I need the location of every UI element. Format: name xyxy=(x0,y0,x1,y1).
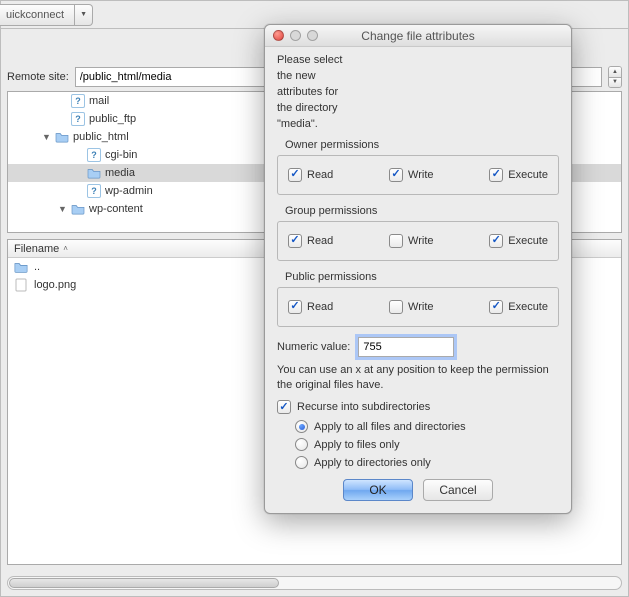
horizontal-scrollbar[interactable] xyxy=(7,576,622,590)
chevron-down-icon: ▼ xyxy=(80,11,87,18)
permission-group-title: Public permissions xyxy=(285,271,559,283)
permission-group: Owner permissions Read Write Execute xyxy=(277,139,559,195)
tree-item-label: public_html xyxy=(73,131,129,143)
checkbox-icon[interactable] xyxy=(288,300,302,314)
folder-icon xyxy=(14,260,28,274)
tree-item-label: mail xyxy=(89,95,109,107)
recurse-label: Recurse into subdirectories xyxy=(297,401,430,413)
disclosure-triangle-icon[interactable]: ▼ xyxy=(42,132,51,142)
scrollbar-thumb[interactable] xyxy=(9,578,279,588)
ok-button-label: OK xyxy=(369,483,386,497)
filename-column: Filename xyxy=(14,243,59,255)
permission-checkbox-write[interactable]: Write xyxy=(389,234,433,248)
numeric-value-input[interactable] xyxy=(358,337,454,357)
file-icon xyxy=(14,278,28,292)
recurse-mode-radio[interactable]: Apply to directories only xyxy=(295,456,559,469)
recurse-mode-radio[interactable]: Apply to all files and directories xyxy=(295,420,559,433)
checkbox-icon[interactable] xyxy=(389,234,403,248)
checkbox-label: Execute xyxy=(508,169,548,181)
recurse-mode-radio[interactable]: Apply to files only xyxy=(295,438,559,451)
permission-checkbox-write[interactable]: Write xyxy=(389,300,433,314)
traffic-lights xyxy=(273,30,318,41)
radio-label: Apply to all files and directories xyxy=(314,421,466,433)
cancel-button[interactable]: Cancel xyxy=(423,479,493,501)
permission-checkbox-execute[interactable]: Execute xyxy=(489,234,548,248)
tree-item-label: public_ftp xyxy=(89,113,136,125)
quickconnect-button[interactable]: uickconnect xyxy=(0,4,75,26)
permission-group-title: Group permissions xyxy=(285,205,559,217)
permission-group-title: Owner permissions xyxy=(285,139,559,151)
numeric-value-row: Numeric value: xyxy=(277,337,559,357)
close-icon[interactable] xyxy=(273,30,284,41)
radio-label: Apply to directories only xyxy=(314,457,431,469)
tree-item-label: media xyxy=(105,167,135,179)
checkbox-icon[interactable] xyxy=(389,300,403,314)
tree-item-label: wp-content xyxy=(89,203,143,215)
checkbox-label: Execute xyxy=(508,235,548,247)
folder-icon xyxy=(87,166,101,180)
checkbox-label: Read xyxy=(307,169,333,181)
checkbox-icon[interactable] xyxy=(288,234,302,248)
quickconnect-dropdown[interactable]: ▼ xyxy=(75,4,93,26)
numeric-value-label: Numeric value: xyxy=(277,341,350,353)
dialog-buttons: OK Cancel xyxy=(277,479,559,501)
dialog-titlebar: Change file attributes xyxy=(265,25,571,47)
stepper-down-icon[interactable]: ▼ xyxy=(609,78,621,88)
numeric-note: You can use an x at any position to keep… xyxy=(277,363,559,393)
checkbox-label: Read xyxy=(307,301,333,313)
permission-box: Read Write Execute xyxy=(277,221,559,261)
permission-checkbox-read[interactable]: Read xyxy=(288,168,333,182)
folder-icon xyxy=(71,202,85,216)
permission-checkbox-execute[interactable]: Execute xyxy=(489,300,548,314)
checkbox-label: Write xyxy=(408,169,433,181)
sort-asc-icon: ˄ xyxy=(63,244,68,253)
question-icon: ? xyxy=(87,148,101,162)
folder-icon xyxy=(55,130,69,144)
cancel-button-label: Cancel xyxy=(439,483,476,497)
checkbox-icon[interactable] xyxy=(489,234,503,248)
permission-checkbox-execute[interactable]: Execute xyxy=(489,168,548,182)
permission-box: Read Write Execute xyxy=(277,287,559,327)
recurse-mode-group: Apply to all files and directories Apply … xyxy=(277,420,559,469)
stepper-up-icon[interactable]: ▲ xyxy=(609,67,621,78)
checkbox-icon[interactable] xyxy=(389,168,403,182)
checkbox-label: Write xyxy=(408,235,433,247)
checkbox-label: Execute xyxy=(508,301,548,313)
recurse-checkbox-row[interactable]: Recurse into subdirectories xyxy=(277,400,559,414)
permission-group: Group permissions Read Write Execute xyxy=(277,205,559,261)
radio-label: Apply to files only xyxy=(314,439,400,451)
ok-button[interactable]: OK xyxy=(343,479,413,501)
remote-site-label: Remote site: xyxy=(7,71,69,83)
zoom-icon[interactable] xyxy=(307,30,318,41)
radio-icon[interactable] xyxy=(295,420,308,433)
permission-group: Public permissions Read Write Execute xyxy=(277,271,559,327)
remote-site-stepper[interactable]: ▲ ▼ xyxy=(608,66,622,88)
checkbox-label: Read xyxy=(307,235,333,247)
radio-icon[interactable] xyxy=(295,456,308,469)
permission-checkbox-read[interactable]: Read xyxy=(288,300,333,314)
dialog-body: Please select the new attributes for the… xyxy=(265,47,571,501)
checkbox-icon[interactable] xyxy=(489,300,503,314)
change-attributes-dialog: Change file attributes Please select the… xyxy=(264,24,572,514)
recurse-checkbox[interactable] xyxy=(277,400,291,414)
tree-item-label: cgi-bin xyxy=(105,149,137,161)
quickconnect-label: uickconnect xyxy=(6,9,64,21)
minimize-icon[interactable] xyxy=(290,30,301,41)
question-icon: ? xyxy=(87,184,101,198)
permission-checkbox-write[interactable]: Write xyxy=(389,168,433,182)
checkbox-icon[interactable] xyxy=(288,168,302,182)
file-name: .. xyxy=(34,261,40,273)
checkbox-icon[interactable] xyxy=(489,168,503,182)
permission-checkbox-read[interactable]: Read xyxy=(288,234,333,248)
checkbox-label: Write xyxy=(408,301,433,313)
radio-icon[interactable] xyxy=(295,438,308,451)
file-name: logo.png xyxy=(34,279,76,291)
question-icon: ? xyxy=(71,94,85,108)
question-icon: ? xyxy=(71,112,85,126)
tree-item-label: wp-admin xyxy=(105,185,153,197)
dialog-intro: Please select the new attributes for the… xyxy=(277,53,345,133)
permission-box: Read Write Execute xyxy=(277,155,559,195)
disclosure-triangle-icon[interactable]: ▼ xyxy=(58,204,67,214)
